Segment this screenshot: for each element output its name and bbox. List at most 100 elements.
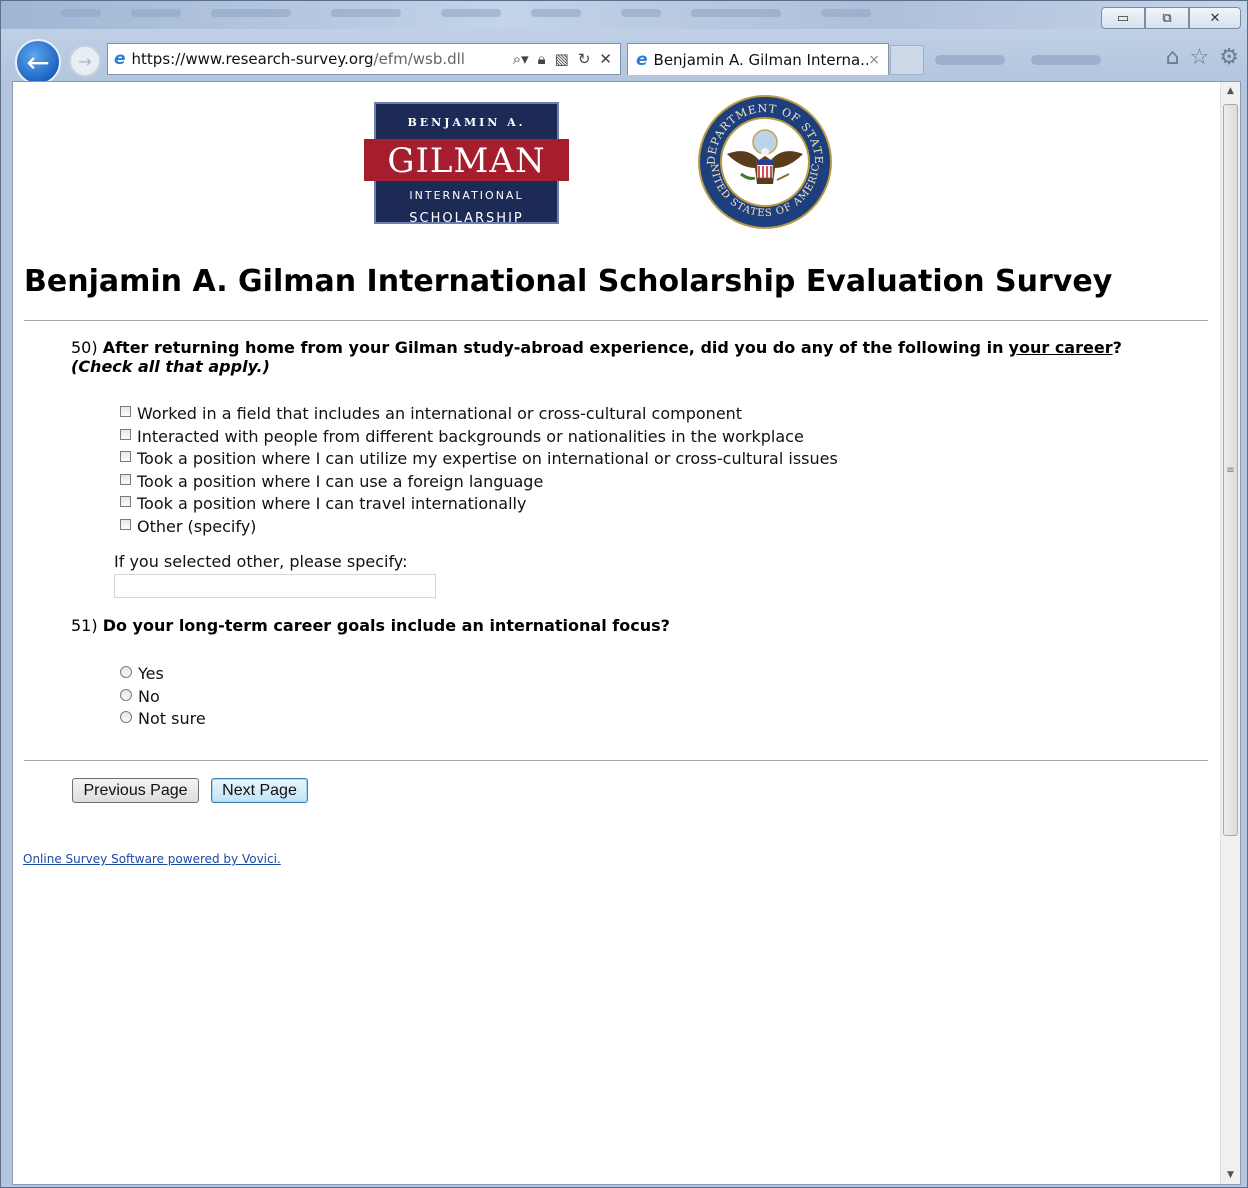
blurred-title-fragment	[821, 9, 871, 17]
scroll-down-icon[interactable]: ▼	[1221, 1166, 1240, 1184]
back-button[interactable]: ←	[15, 39, 61, 85]
checkbox[interactable]	[120, 451, 131, 462]
address-bar[interactable]: e https://www.research-survey.org/efm/ws…	[107, 43, 621, 75]
blurred-title-fragment	[211, 9, 291, 17]
checkbox-option[interactable]: Took a position where I can use a foreig…	[120, 472, 543, 491]
radio-option[interactable]: No	[120, 687, 160, 706]
tab-close-icon[interactable]: ×	[868, 52, 880, 68]
state-department-seal: DEPARTMENT OF STATE UNITED STATES OF AME…	[697, 94, 832, 229]
specify-other-input[interactable]	[114, 574, 436, 598]
forward-button[interactable]: →	[69, 45, 101, 77]
lock-icon[interactable]: 🔒︎	[538, 50, 546, 68]
checkbox-label[interactable]: Interacted with people from different ba…	[137, 427, 804, 446]
radio-option[interactable]: Yes	[120, 664, 164, 683]
question-text: After returning home from your Gilman st…	[102, 338, 1004, 357]
compat-view-icon[interactable]: ▧	[555, 50, 569, 68]
blurred-favorite[interactable]	[935, 55, 1005, 65]
checkbox-option[interactable]: Other (specify)	[120, 517, 256, 536]
vertical-scrollbar[interactable]: ▲ ≡ ▼	[1220, 82, 1240, 1184]
search-icon[interactable]: ⌕▾	[513, 50, 529, 68]
logo-line-4: SCHOLARSHIP	[409, 211, 524, 226]
title-bar: ▭ ⧉ ✕	[1, 1, 1247, 29]
command-icons: ⌂ ☆ ⚙	[1166, 45, 1239, 70]
new-tab-button[interactable]	[890, 45, 924, 75]
radio-button[interactable]	[120, 688, 132, 701]
tab-title: Benjamin A. Gilman Interna...	[653, 50, 869, 69]
stop-icon[interactable]: ✕	[599, 50, 612, 68]
scroll-up-icon[interactable]: ▲	[1221, 82, 1240, 100]
question-note: (Check all that apply.)	[71, 357, 270, 376]
checkbox-label[interactable]: Took a position where I can utilize my e…	[137, 449, 838, 468]
checkbox-option[interactable]: Took a position where I can travel inter…	[120, 494, 526, 513]
home-icon[interactable]: ⌂	[1166, 45, 1180, 70]
blurred-favorite[interactable]	[1031, 55, 1101, 65]
restore-button[interactable]: ⧉	[1145, 7, 1189, 29]
page-title: Benjamin A. Gilman International Scholar…	[24, 264, 1113, 299]
checkbox-label[interactable]: Took a position where I can use a foreig…	[137, 472, 543, 491]
next-page-button[interactable]: Next Page	[211, 778, 308, 803]
blurred-title-fragment	[621, 9, 661, 17]
window-controls: ▭ ⧉ ✕	[1101, 7, 1241, 29]
vovici-footer-link[interactable]: Online Survey Software powered by Vovici…	[23, 852, 281, 866]
navigation-bar: ← → e https://www.research-survey.org/ef…	[1, 31, 1247, 85]
divider	[24, 320, 1208, 321]
checkbox[interactable]	[120, 429, 131, 440]
radio-button[interactable]	[120, 665, 132, 678]
checkbox[interactable]	[120, 519, 131, 530]
grip-icon: ≡	[1226, 464, 1235, 476]
divider	[24, 760, 1208, 761]
question-50: 50) After returning home from your Gilma…	[71, 338, 1122, 357]
checkbox-option[interactable]: Interacted with people from different ba…	[120, 427, 804, 446]
forward-arrow-icon: →	[78, 51, 92, 71]
specify-label: If you selected other, please specify:	[114, 552, 408, 571]
question-50-note: (Check all that apply.)	[71, 357, 270, 376]
close-window-button[interactable]: ✕	[1189, 7, 1241, 29]
blurred-title-fragment	[691, 9, 781, 17]
question-text: Do your long-term career goals include a…	[102, 616, 670, 635]
question-number: 51)	[71, 616, 98, 635]
url-path: /efm/wsb.dll	[373, 50, 465, 68]
checkbox[interactable]	[120, 406, 131, 417]
logo-line-2: GILMAN	[364, 139, 569, 181]
radio-label[interactable]: Not sure	[138, 709, 206, 728]
checkbox[interactable]	[120, 496, 131, 507]
blurred-title-fragment	[61, 9, 101, 17]
logo-line-3: INTERNATIONAL	[409, 189, 524, 202]
question-underlined-text: your career	[1008, 338, 1113, 357]
scroll-thumb[interactable]: ≡	[1223, 104, 1238, 836]
previous-page-button[interactable]: Previous Page	[72, 778, 199, 803]
address-url[interactable]: https://www.research-survey.org/efm/wsb.…	[132, 50, 513, 68]
checkbox-label[interactable]: Took a position where I can travel inter…	[137, 494, 526, 513]
question-51: 51) Do your long-term career goals inclu…	[71, 616, 670, 635]
url-host: www.research-survey.org	[185, 50, 374, 68]
checkbox-option[interactable]: Worked in a field that includes an inter…	[120, 404, 742, 423]
favorites-star-icon[interactable]: ☆	[1190, 45, 1210, 70]
question-number: 50)	[71, 338, 98, 357]
blurred-title-fragment	[131, 9, 181, 17]
back-arrow-icon: ←	[26, 45, 50, 79]
url-scheme: https://	[131, 50, 186, 68]
browser-window: ▭ ⧉ ✕ ← → e https://www.research-survey.…	[0, 0, 1248, 1188]
blurred-title-fragment	[531, 9, 581, 17]
checkbox-option[interactable]: Took a position where I can utilize my e…	[120, 449, 838, 468]
ie-logo-icon: e	[636, 49, 648, 70]
minimize-button[interactable]: ▭	[1101, 7, 1145, 29]
logo-line-1: BENJAMIN A.	[407, 116, 526, 129]
gear-icon[interactable]: ⚙	[1219, 45, 1239, 70]
question-punct: ?	[1112, 338, 1122, 357]
radio-option[interactable]: Not sure	[120, 709, 206, 728]
radio-label[interactable]: Yes	[138, 664, 164, 683]
radio-button[interactable]	[120, 710, 132, 723]
checkbox[interactable]	[120, 474, 131, 485]
address-tools: ⌕▾ 🔒︎ ▧ ↻ ✕	[513, 50, 620, 68]
ie-logo-icon: e	[114, 49, 126, 69]
blurred-title-fragment	[441, 9, 501, 17]
checkbox-label[interactable]: Other (specify)	[137, 517, 256, 536]
refresh-icon[interactable]: ↻	[578, 50, 591, 68]
tab-survey[interactable]: e Benjamin A. Gilman Interna... ×	[627, 43, 889, 75]
radio-label[interactable]: No	[138, 687, 160, 706]
blurred-title-fragment	[331, 9, 401, 17]
page-viewport: BENJAMIN A. GILMAN INTERNATIONAL SCHOLAR…	[12, 81, 1241, 1185]
gilman-logo: BENJAMIN A. GILMAN INTERNATIONAL SCHOLAR…	[364, 102, 569, 226]
checkbox-label[interactable]: Worked in a field that includes an inter…	[137, 404, 742, 423]
